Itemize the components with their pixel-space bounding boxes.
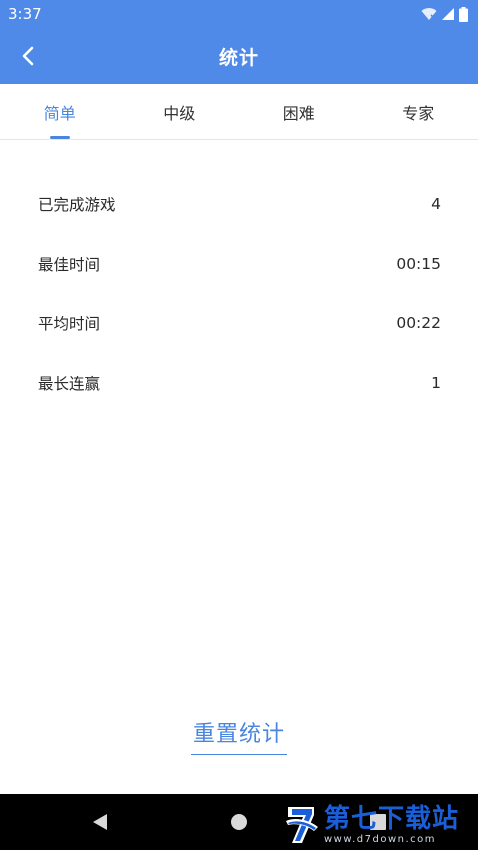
reset-stats-button[interactable]: 重置统计 <box>190 712 287 755</box>
signal-icon <box>442 8 454 20</box>
tab-hard[interactable]: 困难 <box>239 84 359 139</box>
nav-home-button[interactable] <box>223 794 255 850</box>
stat-label: 平均时间 <box>38 315 101 334</box>
chevron-left-icon <box>22 46 34 66</box>
reset-container: 重置统计 <box>0 712 478 755</box>
page-title: 统计 <box>218 46 259 69</box>
stat-label: 最长连赢 <box>38 374 101 393</box>
stat-value: 4 <box>431 194 441 213</box>
stat-value: 1 <box>431 373 441 392</box>
status-bar: 3:37 <box>0 0 478 28</box>
stat-row-average-time: 平均时间 00:22 <box>0 293 478 353</box>
app-bar: 统计 <box>0 28 478 84</box>
back-button[interactable] <box>12 40 44 72</box>
circle-home-icon <box>231 814 247 830</box>
stat-value: 00:15 <box>396 254 441 273</box>
watermark: 第七下载站 www.d7down.com <box>284 800 478 850</box>
stat-value: 00:22 <box>396 314 441 333</box>
watermark-url: www.d7down.com <box>324 834 437 845</box>
difficulty-tabs: 简单 中级 困难 专家 <box>0 84 478 140</box>
stat-row-games-completed: 已完成游戏 4 <box>0 174 478 234</box>
status-icons <box>421 6 468 22</box>
watermark-text: 第七下载站 <box>324 804 460 834</box>
wifi-icon <box>421 8 437 20</box>
watermark-logo-icon <box>286 807 318 843</box>
stat-row-longest-streak: 最长连赢 1 <box>0 353 478 413</box>
stat-label: 已完成游戏 <box>38 195 116 214</box>
tab-medium[interactable]: 中级 <box>120 84 240 139</box>
status-time: 3:37 <box>8 5 42 23</box>
stat-row-best-time: 最佳时间 00:15 <box>0 234 478 294</box>
stats-list: 已完成游戏 4 最佳时间 00:15 平均时间 00:22 最长连赢 1 <box>0 174 478 413</box>
triangle-back-icon <box>93 814 107 830</box>
battery-icon <box>459 6 468 22</box>
tab-expert[interactable]: 专家 <box>359 84 478 139</box>
stat-label: 最佳时间 <box>38 255 101 274</box>
tab-easy[interactable]: 简单 <box>0 84 120 139</box>
nav-back-button[interactable] <box>84 794 116 850</box>
